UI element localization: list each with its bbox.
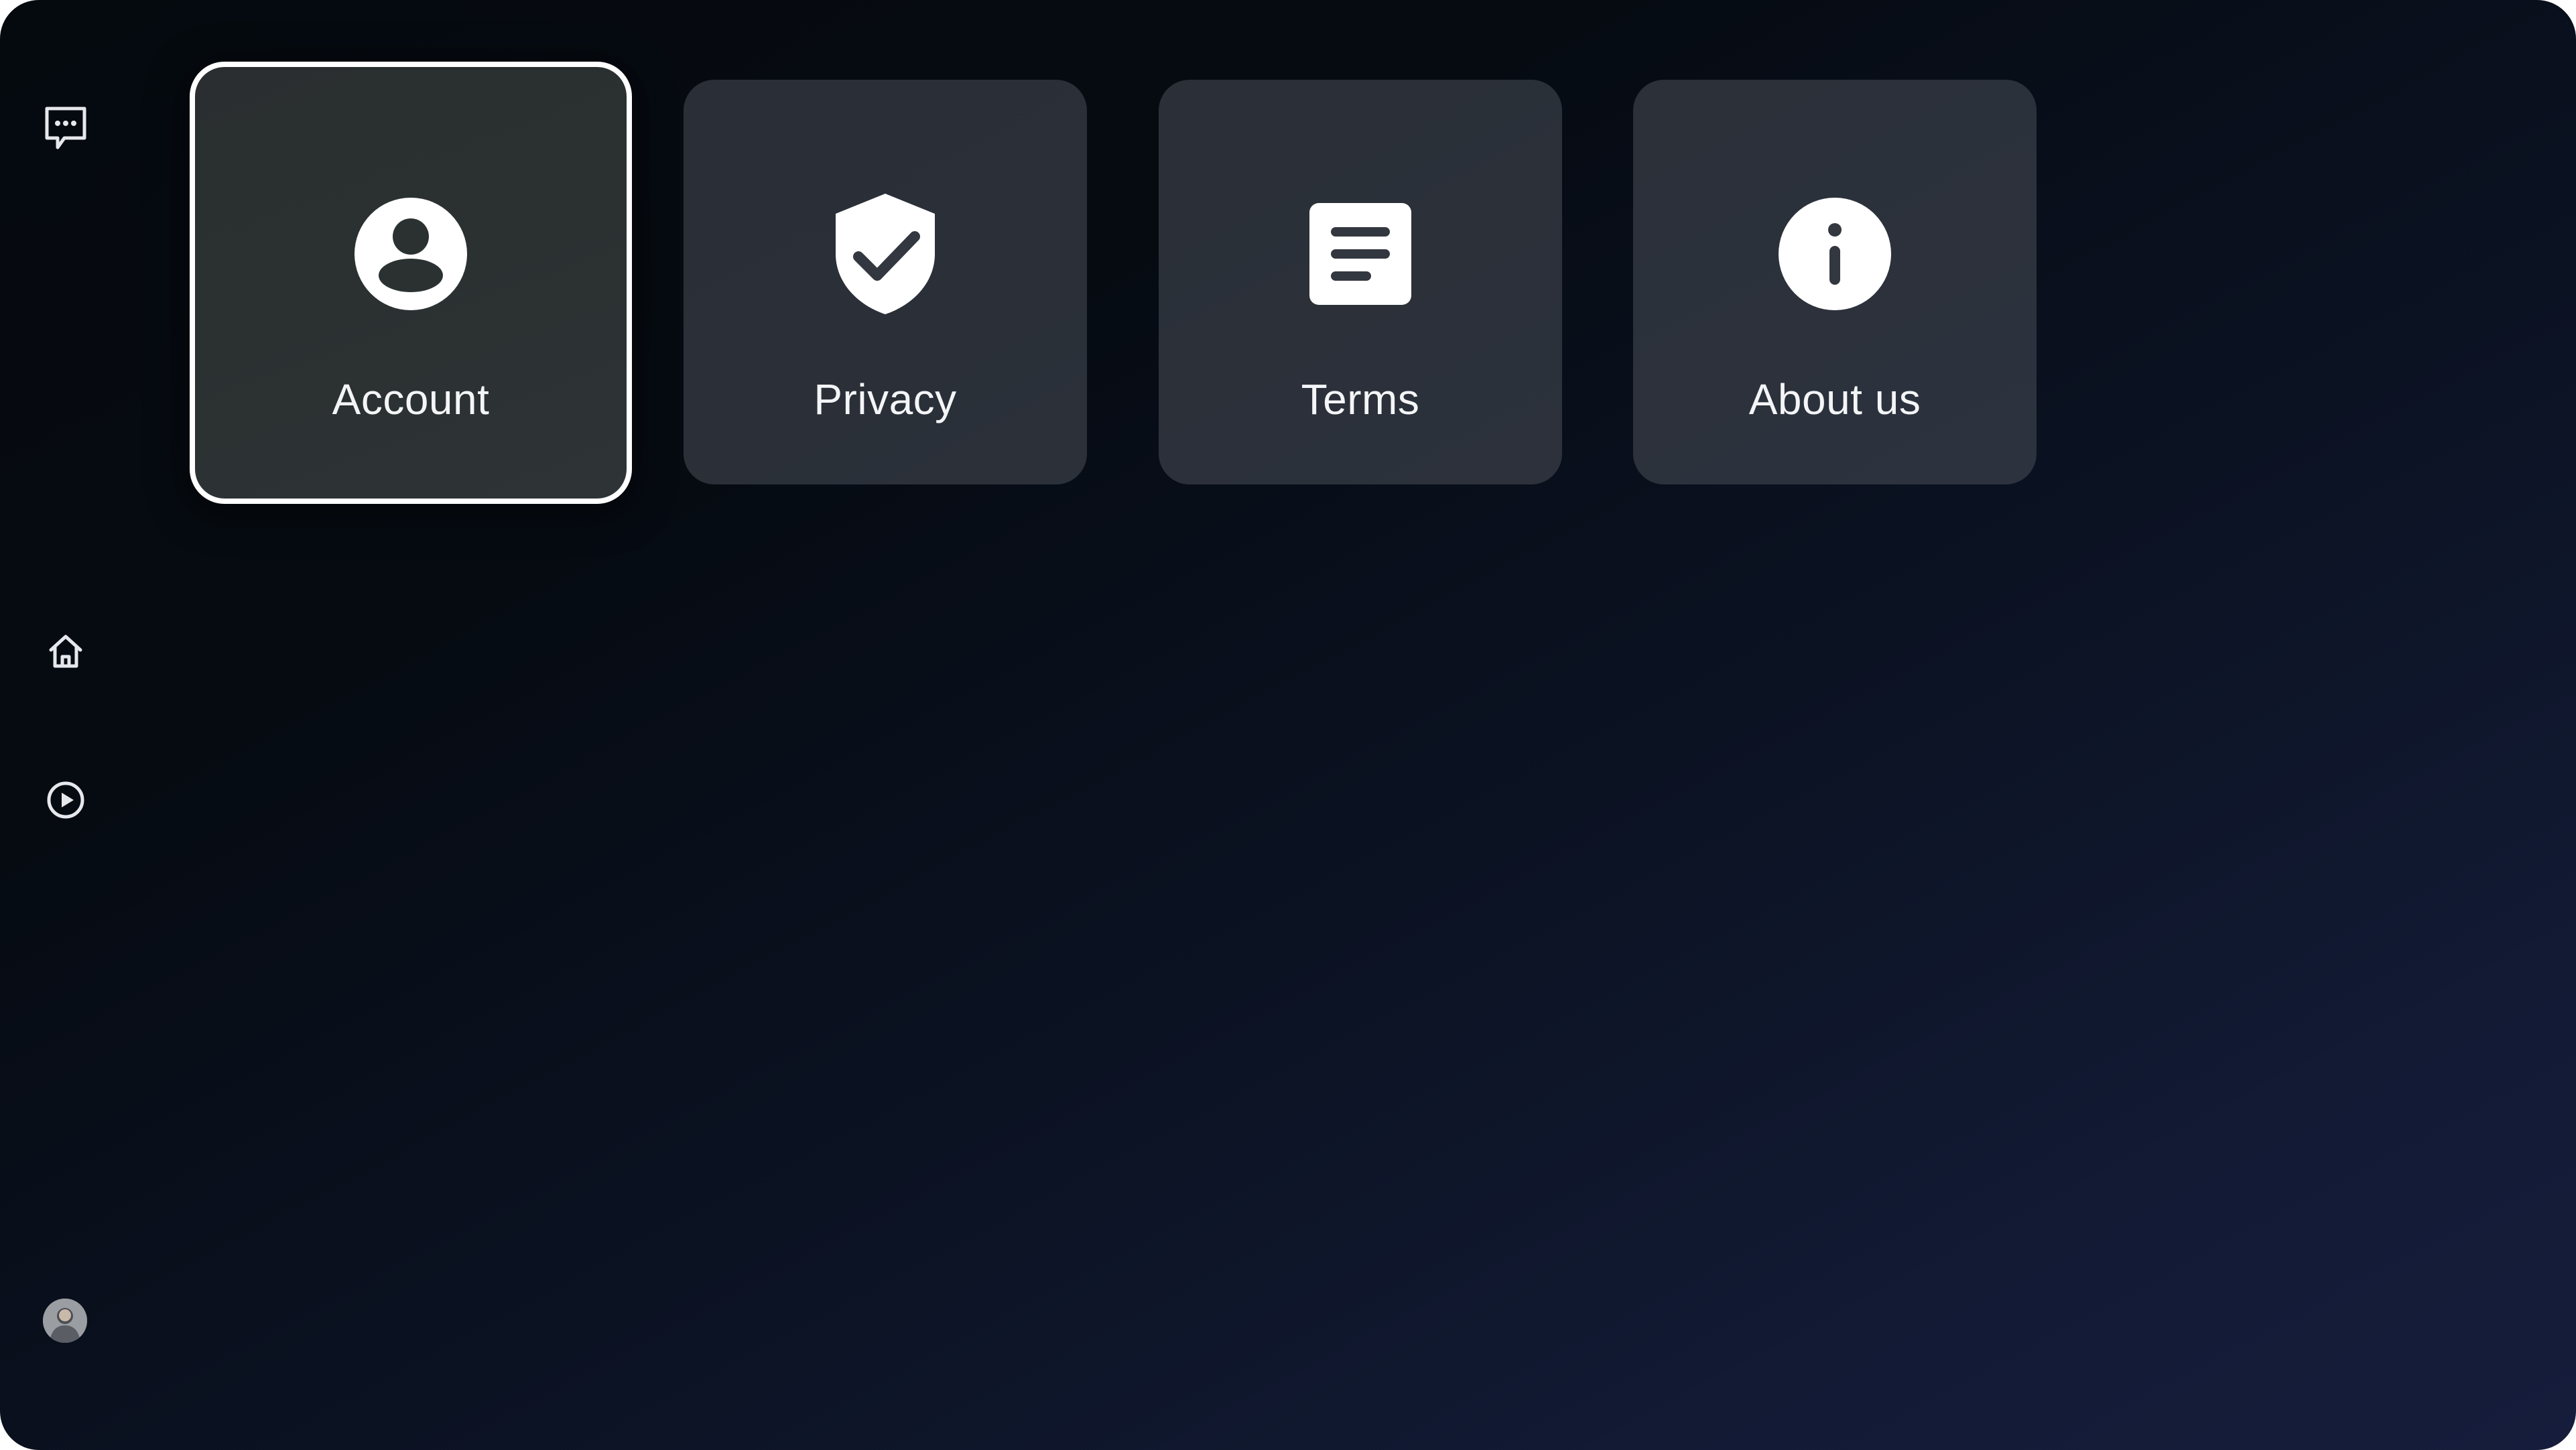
privacy-card[interactable]: Privacy [684,80,1087,484]
shield-check-icon [825,194,946,314]
document-text-icon [1300,194,1421,314]
terms-card[interactable]: Terms [1159,80,1562,484]
card-label-account: Account [332,375,490,423]
card-label-terms: Terms [1301,375,1420,423]
account-card[interactable]: Account [190,62,632,504]
sidebar-nav [0,0,134,1450]
card-label-about: About us [1748,375,1921,423]
info-icon [1775,194,1895,314]
play-circle-icon[interactable] [42,776,90,824]
feedback-chat-icon[interactable] [42,103,90,151]
card-label-privacy: Privacy [814,375,957,423]
about-card[interactable]: About us [1633,80,2037,484]
home-icon[interactable] [42,627,90,675]
tv-settings-screen: Account Privacy Terms About us [0,0,2576,1450]
user-avatar[interactable] [43,1299,87,1343]
account-circle-icon [350,194,471,314]
